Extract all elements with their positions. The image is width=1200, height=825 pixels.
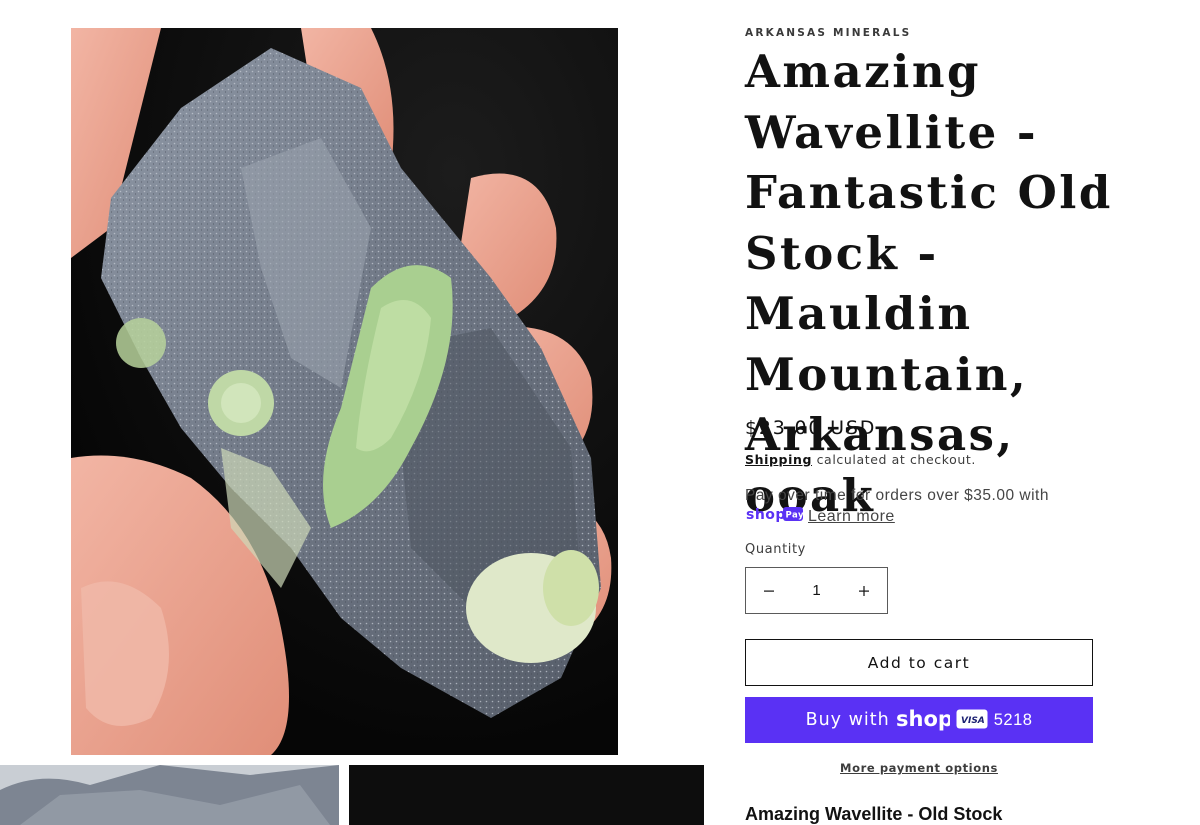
add-to-cart-button[interactable]: Add to cart	[745, 639, 1093, 686]
main-product-image[interactable]	[71, 28, 618, 755]
buy-with-label: Buy with	[805, 710, 890, 730]
mineral-thumbnail-2	[349, 765, 704, 825]
quantity-input[interactable]	[792, 568, 841, 613]
plus-icon	[859, 585, 869, 596]
svg-text:Pay: Pay	[786, 511, 804, 521]
learn-more-link[interactable]: Learn more	[808, 508, 895, 525]
quantity-decrease-button[interactable]	[746, 568, 792, 613]
svg-text:shop: shop	[896, 707, 950, 731]
product-vendor: ARKANSAS MINERALS	[745, 27, 912, 39]
mineral-thumbnail-1	[0, 765, 339, 825]
shipping-link[interactable]: Shipping	[745, 452, 812, 467]
svg-text:VISA: VISA	[961, 716, 985, 726]
quantity-stepper	[745, 567, 888, 614]
svg-text:shop: shop	[746, 507, 786, 522]
product-price: $23.00 USD	[745, 417, 877, 439]
shipping-policy: Shipping calculated at checkout.	[745, 452, 976, 467]
shop-pay-icon: shop Pay	[745, 506, 804, 528]
buy-with-shop-pay-button[interactable]: Buy with shop VISA 5218	[745, 697, 1093, 743]
mineral-specimen-photo	[71, 28, 618, 755]
quantity-increase-button[interactable]	[841, 568, 887, 613]
shop-pay-installments: Pay over time for orders over $35.00 wit…	[745, 485, 1105, 528]
card-last-four: 5218	[993, 710, 1033, 729]
product-description-heading: Amazing Wavellite - Old Stock	[745, 804, 1003, 824]
minus-icon	[764, 590, 774, 592]
gallery-thumbnail-2[interactable]	[349, 765, 704, 825]
installments-text: Pay over time for orders over $35.00 wit…	[745, 487, 1049, 504]
more-payment-options-link[interactable]: More payment options	[745, 761, 1093, 775]
quantity-label: Quantity	[745, 542, 806, 557]
shop-pay-logo-icon: shop	[896, 707, 953, 734]
visa-card-icon: VISA	[956, 709, 988, 732]
gallery-thumbnail-1[interactable]	[0, 765, 339, 825]
shipping-text: calculated at checkout.	[812, 452, 976, 467]
